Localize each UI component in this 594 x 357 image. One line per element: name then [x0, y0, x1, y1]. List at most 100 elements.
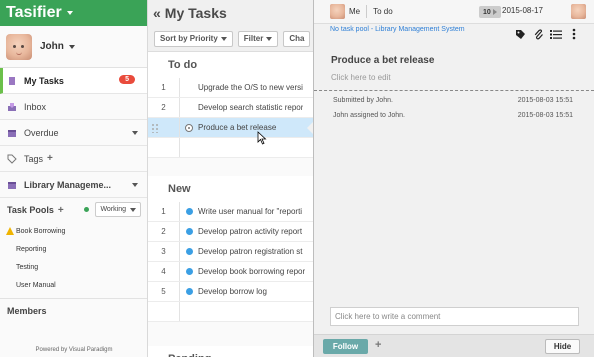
section-gap — [148, 158, 313, 176]
sidebar-item-project[interactable]: Library Manageme... — [0, 172, 147, 198]
status-dot-icon — [84, 207, 89, 212]
add-pool-plus-icon[interactable]: + — [58, 205, 64, 216]
user-name[interactable]: John — [40, 41, 64, 52]
task-title: Develop borrow log — [198, 287, 267, 296]
divider — [366, 5, 368, 18]
members-header[interactable]: Members — [0, 298, 147, 322]
task-row[interactable]: 4 Develop book borrowing repor — [148, 262, 313, 282]
user-block[interactable]: John — [0, 26, 147, 68]
row-number: 4 — [148, 262, 180, 281]
project-chevron-down-icon[interactable] — [132, 183, 138, 187]
app-header: Tasifier — [0, 0, 147, 26]
tag-icon[interactable] — [514, 28, 526, 40]
row-number — [148, 302, 180, 321]
collapse-chevrons-icon[interactable]: « — [153, 5, 161, 21]
sidebar-item-my-tasks[interactable]: My Tasks 5 — [0, 68, 147, 94]
sidebar-item-inbox[interactable]: Inbox — [0, 94, 147, 120]
my-tasks-icon — [7, 76, 17, 86]
add-tag-plus-icon[interactable]: + — [47, 153, 53, 164]
chevron-down-icon — [220, 36, 227, 41]
hide-button[interactable]: Hide — [545, 339, 580, 354]
app-title[interactable]: Tasifier — [6, 4, 62, 22]
avatar — [6, 33, 32, 60]
pool-item-book-borrowing[interactable]: Book Borrowing — [0, 222, 147, 240]
assignee-value[interactable]: Me — [349, 7, 360, 16]
pool-item-user-manual[interactable]: User Manual — [0, 276, 147, 294]
empty-row[interactable] — [148, 138, 313, 158]
drag-handle-icon[interactable] — [151, 123, 159, 133]
sort-by-priority-button[interactable]: Sort by Priority — [154, 30, 233, 47]
row-number: 1 — [148, 202, 180, 221]
add-follower-plus-icon[interactable]: + — [375, 339, 381, 351]
log-text: Submitted by John. — [333, 97, 393, 104]
in-progress-status-icon — [185, 123, 193, 132]
filter-button[interactable]: Filter — [237, 30, 279, 47]
divider — [314, 90, 594, 91]
empty-row[interactable] — [148, 302, 313, 322]
task-row[interactable]: 2 Develop patron activity report — [148, 222, 313, 242]
task-row[interactable]: 2 Develop search statistic repor — [148, 98, 313, 118]
change-button[interactable]: Cha — [283, 30, 311, 47]
overdue-chevron-down-icon[interactable] — [132, 131, 138, 135]
checklist-icon[interactable] — [550, 28, 562, 40]
log-date: 2015-08-03 15:51 — [517, 97, 573, 104]
comment-input[interactable]: Click here to write a comment — [330, 307, 579, 326]
task-title: Develop search statistic repor — [198, 103, 304, 112]
priority-box[interactable]: 10 — [479, 6, 501, 18]
sidebar-item-overdue[interactable]: Overdue — [0, 120, 147, 146]
sort-button-label: Sort by Priority — [160, 34, 218, 43]
task-title: Write user manual for "reporti — [198, 207, 303, 216]
section-title-pending: Pending — [148, 346, 313, 357]
follow-button[interactable]: Follow — [323, 339, 368, 354]
task-row-selected[interactable]: Produce a bet release — [148, 118, 313, 138]
app-menu-chevron-icon[interactable] — [66, 11, 73, 15]
task-row[interactable]: 5 Develop borrow log — [148, 282, 313, 302]
status-value[interactable]: To do — [373, 7, 393, 16]
task-pools-label: Task Pools — [7, 205, 54, 215]
task-pools-header: Task Pools + Working — [0, 198, 147, 222]
toolbar: Sort by Priority Filter Cha — [148, 26, 313, 52]
page-title: My Tasks — [164, 5, 227, 21]
sidebar-item-tags[interactable]: Tags + — [0, 146, 147, 172]
activity-log-row: Submitted by John. 2015-08-03 15:51 — [333, 97, 573, 104]
row-number: 5 — [148, 282, 180, 301]
overdue-icon — [7, 128, 17, 138]
pool-status-value: Working — [100, 206, 126, 213]
pool-item-testing[interactable]: Testing — [0, 258, 147, 276]
task-title: Develop book borrowing repor — [198, 267, 306, 276]
section-gap — [148, 322, 313, 346]
task-list-panel: « My Tasks Sort by Priority Filter Cha T… — [148, 0, 314, 357]
powered-by-footer: Powered by Visual Paradigm — [35, 347, 113, 353]
row-icon-slot — [180, 228, 198, 235]
row-number: 2 — [148, 98, 180, 117]
assignee-avatar[interactable] — [330, 4, 345, 19]
row-number: 1 — [148, 78, 180, 97]
row-number — [148, 138, 180, 157]
due-date[interactable]: 2015-08-17 — [502, 6, 543, 15]
task-row[interactable]: 3 Develop patron registration st — [148, 242, 313, 262]
task-row[interactable]: 1 Upgrade the O/S to new versi — [148, 78, 313, 98]
new-status-icon — [185, 248, 193, 255]
description-edit-hint[interactable]: Click here to edit — [331, 73, 391, 82]
log-date: 2015-08-03 15:51 — [517, 112, 573, 119]
pool-item-reporting[interactable]: Reporting — [0, 240, 147, 258]
selection-pointer-icon — [307, 121, 313, 135]
pool-status-dropdown[interactable]: Working — [95, 202, 141, 217]
new-status-icon — [185, 208, 193, 215]
more-options-icon[interactable] — [568, 28, 580, 40]
user-menu-chevron-icon[interactable] — [68, 44, 75, 49]
chevron-down-icon — [266, 36, 273, 41]
task-pool-link[interactable]: No task pool - Library Management System — [330, 26, 465, 33]
attachment-icon[interactable] — [532, 28, 544, 40]
sidebar-item-label: Overdue — [24, 127, 59, 138]
task-row[interactable]: 1 Write user manual for "reporti — [148, 202, 313, 222]
pool-item-label: Reporting — [16, 245, 47, 253]
detail-footer: Follow + Hide — [314, 334, 594, 357]
new-status-icon — [185, 228, 193, 235]
sidebar-item-label: Tags — [24, 153, 44, 164]
task-detail-title[interactable]: Produce a bet release — [331, 55, 434, 66]
detail-header: Me To do 10 2015-08-17 — [314, 0, 594, 24]
owner-avatar[interactable] — [571, 4, 586, 19]
row-number: 2 — [148, 222, 180, 241]
new-status-icon — [185, 288, 193, 295]
